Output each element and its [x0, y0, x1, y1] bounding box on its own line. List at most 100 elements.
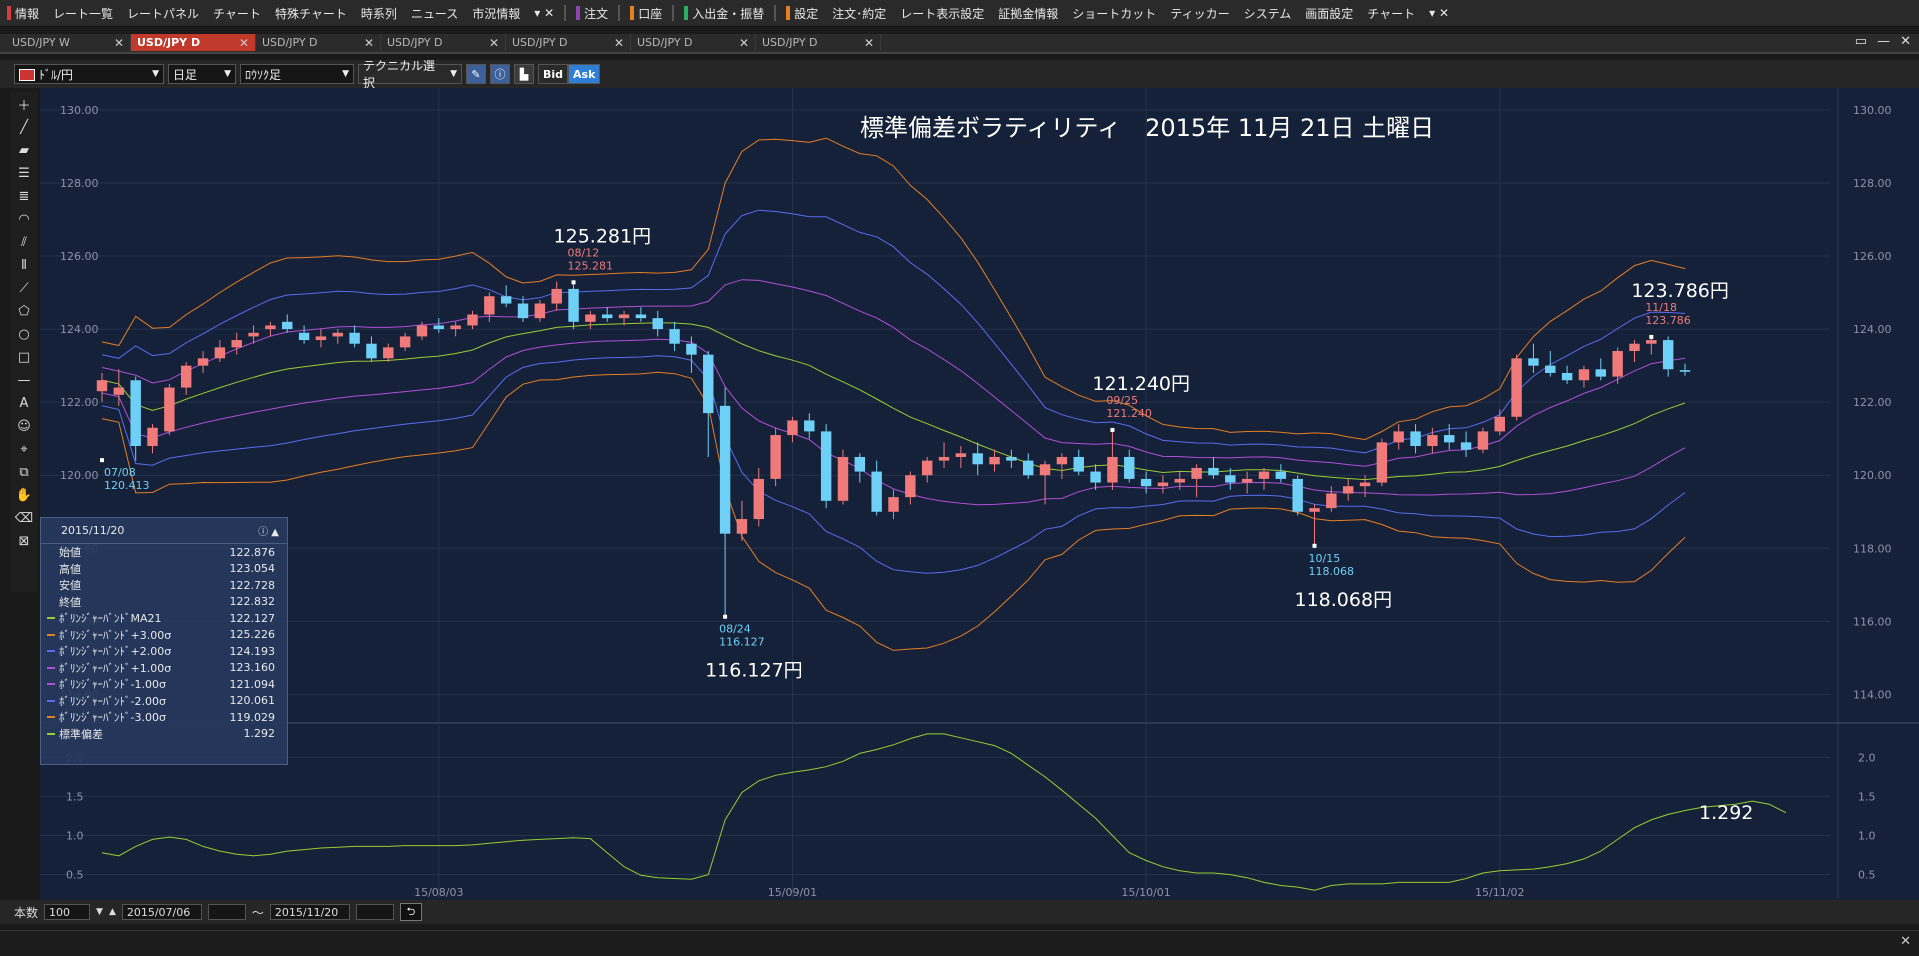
candle-body — [1460, 442, 1472, 450]
ask-button[interactable]: Ask — [568, 64, 601, 84]
count-down-icon[interactable]: ▼ — [96, 907, 103, 917]
pitchfork-icon[interactable]: ⟋ — [13, 278, 35, 299]
info-row-label-wrap: ﾎﾞﾘﾝｼﾞｬｰﾊﾞﾝﾄﾞ-2.00σ — [47, 693, 166, 709]
menu-item[interactable]: 時系列 — [354, 0, 404, 26]
chart-tab[interactable]: USD/JPY D ✕ — [506, 34, 631, 51]
period-select[interactable]: 日足 ▼ — [168, 64, 236, 84]
menu-item[interactable]: ニュース — [404, 0, 465, 26]
time-tick-label: 15/11/02 — [1475, 886, 1524, 899]
fibonacci-arc-icon[interactable]: ◠ — [13, 209, 35, 230]
candle-body — [652, 318, 663, 330]
menu-item[interactable]: レート一覧 — [46, 0, 120, 26]
apply-range-button[interactable]: ⮌ — [399, 903, 422, 921]
chart-area[interactable]: 130.00 130.00 128.00 128.00 126.00 126.00 124.… — [40, 88, 1919, 900]
extreme-marker — [1312, 543, 1317, 548]
tab-close-icon[interactable]: ✕ — [489, 36, 499, 50]
menu-item[interactable]: 注文･約定 — [825, 0, 893, 26]
smiley-icon[interactable]: ☺ — [13, 416, 35, 437]
menu-item[interactable]: 市況情報 — [465, 0, 527, 26]
chart-tab[interactable]: USD/JPY D ✕ — [756, 34, 881, 51]
menu-item[interactable]: 情報 — [0, 0, 46, 26]
end-date-field[interactable]: 2015/11/20 — [269, 904, 350, 920]
menu-item[interactable]: ショートカット — [1065, 0, 1163, 26]
tab-close-icon[interactable]: ✕ — [114, 36, 124, 50]
menu-item[interactable]: システム — [1237, 0, 1299, 26]
pin-icon[interactable]: ⌖ — [13, 439, 35, 460]
info-row-value: 1.292 — [243, 727, 276, 741]
main-menu-bar: 情報 レート一覧 レートパネル チャート 特殊チャート 時系列 ニュース 市況情報 ▾ ✕ 注文口… — [0, 0, 1919, 27]
start-time-field[interactable] — [207, 904, 246, 920]
chart-tab[interactable]: USD/JPY W ✕ — [6, 34, 131, 51]
close-icon[interactable]: ✕ — [1900, 934, 1911, 949]
pentagon-icon[interactable]: ⬠ — [13, 301, 35, 322]
menu-item[interactable]: 注文 — [569, 0, 615, 26]
menu-item[interactable]: レートパネル — [120, 0, 206, 26]
volume-chart-icon[interactable]: ▙ — [514, 64, 534, 84]
info-row-label: 始値 — [59, 546, 81, 560]
menu-item[interactable]: 入出金・振替 — [677, 0, 771, 26]
count-input[interactable]: 100 — [44, 904, 91, 920]
price-chart-svg[interactable]: 130.00 130.00 128.00 128.00 126.00 126.00 124.… — [40, 88, 1919, 900]
menu-item[interactable]: チャート — [1360, 0, 1422, 26]
tab-close-icon[interactable]: ✕ — [239, 36, 249, 50]
candle-body — [467, 314, 478, 326]
candle-body — [1326, 493, 1337, 509]
circle-icon[interactable]: ○ — [13, 324, 35, 345]
menu-overflow-icon[interactable]: ▾ ✕ — [527, 0, 561, 26]
start-date-field[interactable]: 2015/07/06 — [121, 904, 202, 920]
info-row-value: 121.094 — [229, 677, 276, 691]
horizontal-line-icon[interactable]: — — [13, 370, 35, 391]
candle-body — [1679, 370, 1691, 372]
candle-body — [1629, 343, 1640, 352]
technical-select[interactable]: テクニカル選択 ▼ — [358, 59, 462, 90]
candle-body — [484, 296, 495, 315]
tab-close-icon[interactable]: ✕ — [614, 36, 624, 50]
chart-tab[interactable]: USD/JPY D ✕ — [256, 34, 381, 51]
tab-close-icon[interactable]: ✕ — [364, 36, 374, 50]
info-icon[interactable]: ⓘ — [490, 64, 510, 84]
copy-icon[interactable]: ⧉ — [13, 462, 35, 483]
menu-overflow-icon[interactable]: ▾ ✕ — [1422, 0, 1456, 26]
pencil-icon[interactable]: ✎ — [466, 64, 486, 84]
eraser-all-icon[interactable]: ⊠ — [13, 531, 35, 552]
vertical-lines-icon[interactable]: ⦀ — [13, 255, 35, 276]
bid-button[interactable]: Bid — [538, 64, 569, 84]
horizontal-lines-icon[interactable]: ☰ — [13, 163, 35, 184]
close-icon[interactable]: ✕ — [1900, 34, 1911, 49]
menu-item[interactable]: 画面設定 — [1298, 0, 1360, 26]
ruler-icon[interactable]: ▰ — [13, 140, 35, 161]
tab-close-icon[interactable]: ✕ — [739, 36, 749, 50]
price-tick-label-left: 130.00 — [60, 104, 99, 117]
candle-body — [820, 431, 832, 501]
menu-item[interactable]: 口座 — [623, 0, 669, 26]
info-row-label: 高値 — [59, 562, 81, 576]
text-icon[interactable]: A — [13, 393, 35, 414]
eraser-icon[interactable]: ⌫ — [13, 508, 35, 529]
trendline-icon[interactable]: ╱ — [13, 117, 35, 138]
candle-body — [298, 332, 310, 341]
rectangle-icon[interactable]: □ — [13, 347, 35, 368]
channel-lines-icon[interactable]: ≣ — [13, 186, 35, 207]
fan-lines-icon[interactable]: ⫽ — [13, 232, 35, 253]
end-time-field[interactable] — [355, 904, 394, 920]
menu-item[interactable]: レート表示設定 — [893, 0, 991, 26]
chart-tab[interactable]: USD/JPY D ✕ — [381, 34, 506, 51]
info-row-label: 終値 — [59, 595, 81, 609]
chart-tab[interactable]: USD/JPY D ✕ — [131, 34, 256, 51]
menu-item[interactable]: チャート — [206, 0, 268, 26]
count-up-icon[interactable]: ▲ — [109, 907, 116, 917]
tab-close-icon[interactable]: ✕ — [864, 36, 874, 50]
menu-item[interactable]: 証拠金情報 — [991, 0, 1065, 26]
minimize-icon[interactable]: — — [1877, 34, 1890, 49]
hand-icon[interactable]: ✋ — [13, 485, 35, 506]
menu-item[interactable]: 設定 — [779, 0, 825, 26]
maximize-icon[interactable]: ▭ — [1855, 34, 1867, 49]
count-value: 100 — [49, 905, 71, 919]
menu-item[interactable]: ティッカー — [1163, 0, 1236, 26]
chart-tab[interactable]: USD/JPY D ✕ — [631, 34, 756, 51]
info-collapse-icon[interactable]: ⓘ ▲ — [258, 523, 279, 538]
currency-pair-select[interactable]: ﾄﾞﾙ/円 ▼ — [14, 64, 164, 84]
menu-item[interactable]: 特殊チャート — [268, 0, 354, 26]
chart-kind-select[interactable]: ﾛｳｿｸ足 ▼ — [240, 64, 354, 84]
crosshair-icon[interactable]: ＋ — [13, 94, 35, 115]
